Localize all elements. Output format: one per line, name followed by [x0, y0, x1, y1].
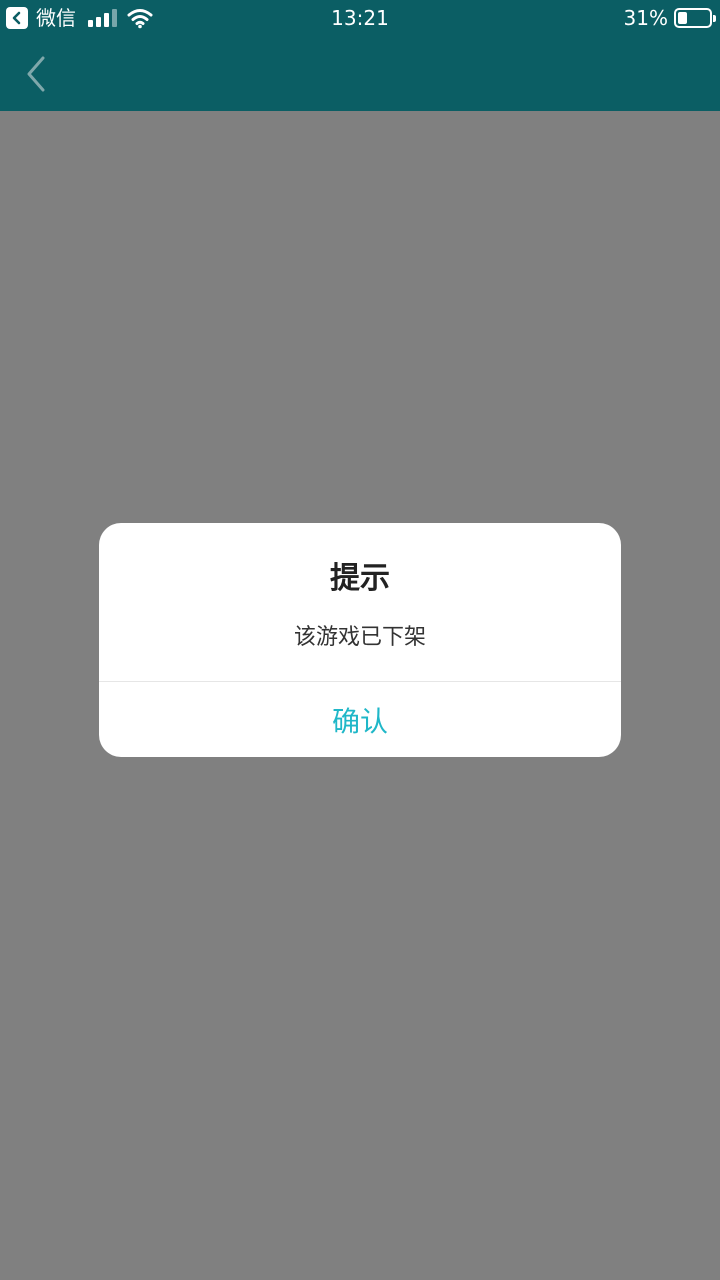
alert-dialog: 提示 该游戏已下架 确认: [99, 523, 621, 757]
status-bar: 微信 13:21 31%: [0, 0, 720, 36]
battery-icon: [674, 8, 716, 28]
battery-fill: [678, 12, 687, 24]
chevron-left-icon: [27, 56, 45, 92]
dialog-title: 提示: [330, 561, 390, 596]
battery-percent: 31%: [623, 6, 668, 30]
status-time: 13:21: [331, 6, 389, 30]
back-button[interactable]: [16, 52, 56, 96]
confirm-button[interactable]: 确认: [99, 682, 621, 757]
app-screen: 微信 13:21 31% 提示 该游戏已下架 确认: [0, 0, 720, 1280]
dialog-message: 该游戏已下架: [293, 625, 426, 650]
status-right: 31%: [623, 5, 716, 31]
header: 微信 13:21 31%: [0, 0, 720, 111]
